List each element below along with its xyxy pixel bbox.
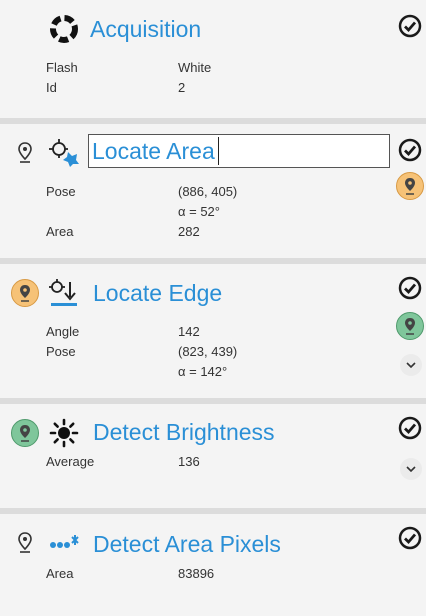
property-row: Area 83896	[46, 564, 214, 584]
map-pin-icon	[11, 419, 39, 447]
step-acquisition[interactable]: Acquisition Flash White Id 2	[0, 0, 426, 118]
property-row: Area 282	[46, 222, 237, 242]
property-row: Id 2	[46, 78, 211, 98]
expand-button[interactable]	[400, 458, 422, 480]
property-row: Pose (886, 405)	[46, 182, 237, 202]
chevron-down-icon	[406, 362, 416, 368]
property-key: Area	[46, 566, 74, 581]
property-value: 136	[178, 454, 200, 469]
locate-edge-icon	[48, 278, 80, 308]
pin-toggle[interactable]	[8, 416, 42, 450]
property-value: 282	[178, 224, 200, 239]
property-row: α = 52°	[46, 202, 237, 222]
property-row: Flash White	[46, 58, 211, 78]
pin-toggle[interactable]	[8, 526, 42, 560]
property-key: Pose	[46, 184, 76, 199]
step-title: Acquisition	[90, 16, 202, 42]
step-properties: Average 136	[46, 452, 200, 472]
property-key: Id	[46, 80, 57, 95]
property-value: α = 142°	[178, 364, 228, 379]
pin-toggle[interactable]	[8, 276, 42, 310]
map-pin-icon	[396, 312, 424, 340]
step-locate-edge[interactable]: Locate Edge Angle 142 Pose (823, 439) α …	[0, 264, 426, 398]
pin-reference-button[interactable]	[396, 312, 424, 340]
step-properties: Area 83896	[46, 564, 214, 584]
ring-camera-icon	[48, 14, 80, 44]
map-pin-icon	[396, 172, 424, 200]
step-detect-brightness[interactable]: Detect Brightness Average 136	[0, 404, 426, 508]
property-value: 2	[178, 80, 186, 95]
step-properties: Angle 142 Pose (823, 439) α = 142°	[46, 322, 237, 382]
property-value: 142	[178, 324, 200, 339]
brightness-icon	[48, 418, 80, 448]
property-row: α = 142°	[46, 362, 237, 382]
pin-reference-button[interactable]	[396, 172, 424, 200]
step-title-input[interactable]	[88, 134, 390, 168]
property-row: Average 136	[46, 452, 200, 472]
chevron-down-icon	[406, 466, 416, 472]
step-locate-area[interactable]: Pose (886, 405) α = 52° Area 282	[0, 124, 426, 258]
property-value: White	[178, 60, 212, 75]
locate-area-icon	[48, 138, 80, 168]
property-key	[46, 362, 178, 382]
area-pixels-icon	[48, 528, 80, 558]
map-pin-icon	[14, 531, 36, 555]
map-pin-icon	[11, 279, 39, 307]
status-check-icon	[398, 14, 422, 38]
property-key: Angle	[46, 324, 80, 339]
property-value: (823, 439)	[178, 344, 238, 359]
property-value: (886, 405)	[178, 184, 238, 199]
step-properties: Flash White Id 2	[46, 58, 211, 98]
pin-toggle[interactable]	[8, 136, 42, 170]
property-key	[46, 202, 178, 222]
step-detect-area-pixels[interactable]: Detect Area Pixels Area 83896	[0, 514, 426, 616]
property-value: 83896	[178, 566, 215, 581]
property-key: Area	[46, 224, 74, 239]
property-row: Angle 142	[46, 322, 237, 342]
step-properties: Pose (886, 405) α = 52° Area 282	[46, 182, 237, 242]
status-check-icon	[398, 526, 422, 550]
step-title: Detect Area Pixels	[93, 531, 281, 557]
status-check-icon	[398, 138, 422, 162]
step-title: Detect Brightness	[93, 419, 275, 445]
map-pin-icon	[14, 141, 36, 165]
property-key: Pose	[46, 344, 76, 359]
expand-button[interactable]	[400, 354, 422, 376]
property-key: Average	[46, 454, 95, 469]
text-caret	[218, 137, 219, 165]
property-value: α = 52°	[178, 204, 220, 219]
status-check-icon	[398, 276, 422, 300]
step-title: Locate Edge	[93, 280, 223, 306]
status-check-icon	[398, 416, 422, 440]
property-key: Flash	[46, 60, 78, 75]
property-row: Pose (823, 439)	[46, 342, 237, 362]
